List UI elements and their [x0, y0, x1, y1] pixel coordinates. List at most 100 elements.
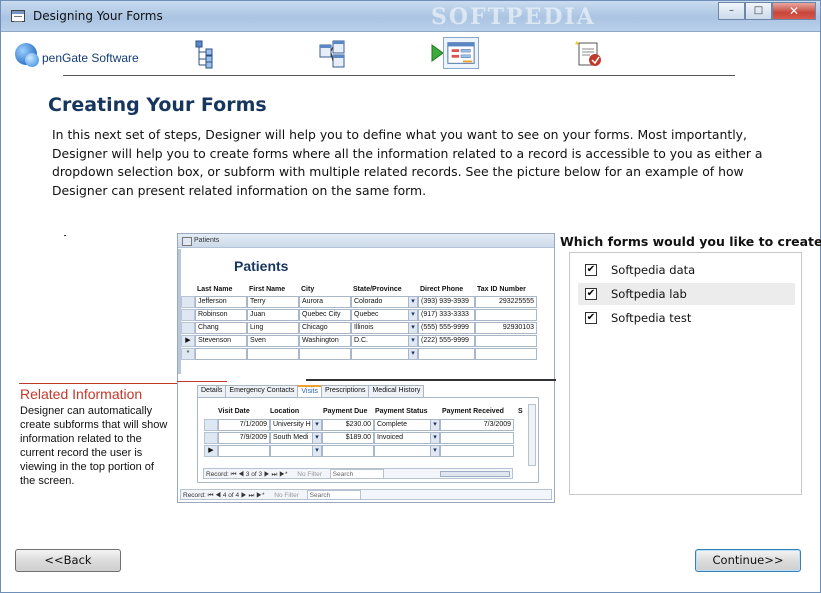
- callout-pointer-line: [19, 383, 177, 384]
- state-cell: Quebec: [351, 309, 418, 321]
- form-option-label: Softpedia data: [611, 263, 696, 277]
- column-header: Last Name: [197, 286, 233, 293]
- forms-picker-list[interactable]: ✔ Softpedia data ✔ Softpedia lab ✔ Softp…: [569, 252, 802, 495]
- subform-record-navigator: Record: ⏮ ◀ 3 of 3 ▶ ⏭ ▶* No Filter Sear…: [203, 468, 513, 479]
- city-cell: Aurora: [299, 296, 351, 308]
- row-selector: ▶: [204, 445, 218, 457]
- logo-mark-accent: [25, 53, 39, 67]
- sub-column-header: Payment Received: [442, 408, 504, 415]
- location-cell: University H: [270, 419, 322, 431]
- phone-cell: (917) 333-3333: [418, 309, 475, 321]
- maximize-button[interactable]: □: [745, 2, 772, 20]
- softpedia-watermark: SOFTPEDIA: [431, 4, 596, 30]
- main-no-filter: No Filter: [274, 492, 299, 499]
- subform-vertical-scrollbar: [528, 404, 536, 466]
- subform-no-filter: No Filter: [297, 471, 322, 478]
- last-name-cell: Chang: [195, 322, 247, 334]
- tax-id-cell: 293225555: [475, 296, 537, 308]
- subform-row: ▶: [204, 445, 514, 457]
- location-cell: South Medi: [270, 432, 322, 444]
- column-header: Tax ID Number: [477, 286, 526, 293]
- row-selector: [181, 322, 195, 334]
- visit-date-cell: [218, 445, 270, 457]
- tab-visits: Visits: [297, 385, 322, 397]
- city-cell: [299, 348, 351, 360]
- continue-button[interactable]: Continue>>: [695, 549, 801, 572]
- form-option-label: Softpedia test: [611, 311, 692, 325]
- payment-status-cell: Invoiced: [374, 432, 440, 444]
- main-record-position: Record: ⏮ ◀ 4 of 4 ▶ ⏭ ▶*: [183, 492, 265, 499]
- row-selector: *: [181, 348, 195, 360]
- table-row: ▶ Stevenson Sven Washington D.C. (222) 5…: [181, 335, 537, 347]
- close-button[interactable]: ✕: [772, 2, 816, 20]
- row-selector: [204, 419, 218, 431]
- form-option[interactable]: ✔ Softpedia data: [578, 259, 795, 281]
- payment-status-cell: Complete: [374, 419, 440, 431]
- column-header: Direct Phone: [420, 286, 464, 293]
- row-selector: [204, 432, 218, 444]
- form-option-checkbox[interactable]: ✔: [585, 312, 597, 324]
- row-selector: ▶: [181, 335, 195, 347]
- window-title: Designing Your Forms: [33, 9, 163, 23]
- table-row: Chang Ling Chicago Illinois (555) 555-99…: [181, 322, 537, 334]
- state-cell: D.C.: [351, 335, 418, 347]
- tab-prescriptions: Prescriptions: [321, 385, 370, 397]
- tax-id-cell: [475, 348, 537, 360]
- tab-medical-history: Medical History: [368, 385, 425, 397]
- subform-record-position: Record: ⏮ ◀ 3 of 3 ▶ ⏭ ▶*: [206, 471, 288, 478]
- form-option[interactable]: ✔ Softpedia lab: [578, 283, 795, 305]
- main-search-box: Search: [306, 490, 361, 499]
- subform-tabs: Details Emergency Contacts Visits Prescr…: [197, 385, 425, 397]
- form-option-checkbox[interactable]: ✔: [585, 288, 597, 300]
- back-button[interactable]: <<Back: [15, 549, 121, 572]
- forms-picker-title: Which forms would you like to create?: [560, 234, 821, 249]
- payment-due-cell: [322, 445, 374, 457]
- example-form-title: Patients: [234, 258, 289, 274]
- last-name-cell: Jefferson: [195, 296, 247, 308]
- visits-subform: Visit Date Location Payment Due Payment …: [197, 397, 539, 483]
- intro-paragraph: In this next set of steps, Designer will…: [52, 127, 763, 198]
- phone-cell: (555) 555-9999: [418, 322, 475, 334]
- phone-cell: (393) 939-3939: [418, 296, 475, 308]
- hierarchy-icon[interactable]: [190, 39, 218, 69]
- first-name-cell: Terry: [247, 296, 299, 308]
- city-cell: Washington: [299, 335, 351, 347]
- first-name-cell: Juan: [247, 309, 299, 321]
- subform-search-box: Search: [329, 469, 384, 478]
- phone-cell: (222) 555-9999: [418, 335, 475, 347]
- column-header: State/Province: [353, 286, 402, 293]
- tax-id-cell: 92930103: [475, 322, 537, 334]
- state-cell: Colorado: [351, 296, 418, 308]
- page-title: Creating Your Forms: [48, 94, 267, 116]
- callout-title: Related Information: [20, 386, 143, 402]
- row-selector: [181, 296, 195, 308]
- location-cell: [270, 445, 322, 457]
- form-window-icon: [11, 10, 25, 22]
- first-name-cell: Ling: [247, 322, 299, 334]
- sub-column-header: Payment Due: [323, 408, 368, 415]
- subform-horizontal-scrollbar: [440, 471, 510, 477]
- phone-cell: [418, 348, 475, 360]
- first-name-cell: [247, 348, 299, 360]
- form-option-label: Softpedia lab: [611, 287, 687, 301]
- brand-name: penGate Software: [42, 51, 139, 65]
- tax-id-cell: [475, 309, 537, 321]
- state-cell: Illinois: [351, 322, 418, 334]
- related-tables-icon[interactable]: [318, 39, 346, 69]
- form-option-checkbox[interactable]: ✔: [585, 264, 597, 276]
- tax-id-cell: [475, 335, 537, 347]
- last-name-cell: [195, 348, 247, 360]
- city-cell: Chicago: [299, 322, 351, 334]
- header-divider: [63, 75, 735, 76]
- wizard-window: Designing Your Forms SOFTPEDIA – □ ✕ pen…: [0, 0, 821, 593]
- first-name-cell: Sven: [247, 335, 299, 347]
- row-selector: [181, 309, 195, 321]
- form-option[interactable]: ✔ Softpedia test: [578, 307, 795, 329]
- title-bar[interactable]: Designing Your Forms SOFTPEDIA – □ ✕: [1, 1, 820, 32]
- column-header: City: [301, 286, 315, 293]
- sub-column-header: Payment Status: [375, 408, 428, 415]
- form-design-icon[interactable]: [443, 37, 479, 69]
- finish-report-icon[interactable]: [573, 39, 605, 69]
- minimize-button[interactable]: –: [718, 2, 745, 20]
- payment-received-cell: [440, 432, 514, 444]
